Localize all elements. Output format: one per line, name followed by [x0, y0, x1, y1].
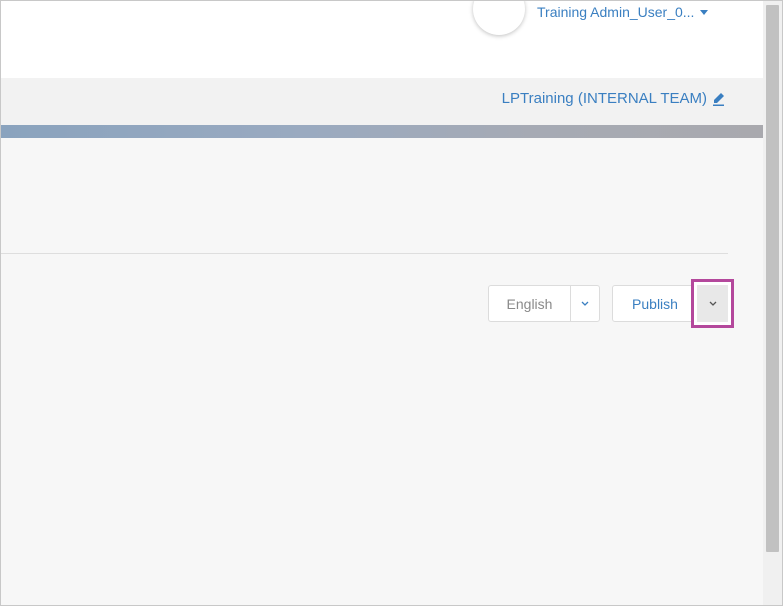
- user-menu-label[interactable]: Training Admin_User_0...: [537, 4, 694, 20]
- section-divider: [1, 253, 728, 254]
- publish-button[interactable]: Publish: [613, 286, 697, 321]
- main-content: English Publish: [1, 138, 763, 605]
- publish-dropdown-toggle-inner[interactable]: [697, 285, 728, 322]
- language-dropdown-toggle[interactable]: [570, 286, 599, 321]
- language-select[interactable]: English: [488, 285, 600, 322]
- app-window: Training Admin_User_0... LPTraining (INT…: [0, 0, 783, 606]
- scrollbar-thumb[interactable]: [766, 5, 779, 552]
- language-selected-label[interactable]: English: [489, 286, 570, 321]
- chevron-down-icon: [709, 301, 716, 306]
- vertical-scrollbar[interactable]: [763, 1, 782, 605]
- header-color-strip: [1, 125, 763, 138]
- org-bar: LPTraining (INTERNAL TEAM): [1, 78, 763, 125]
- org-switcher[interactable]: LPTraining (INTERNAL TEAM): [502, 90, 725, 107]
- pencil-icon[interactable]: [713, 92, 725, 106]
- avatar[interactable]: [473, 1, 525, 35]
- publish-dropdown-toggle[interactable]: [691, 279, 734, 328]
- chevron-down-icon: [581, 301, 589, 306]
- top-header: Training Admin_User_0...: [1, 1, 763, 78]
- caret-down-icon[interactable]: [700, 9, 709, 15]
- user-menu[interactable]: Training Admin_User_0...: [537, 4, 709, 20]
- org-label[interactable]: LPTraining (INTERNAL TEAM): [502, 90, 707, 107]
